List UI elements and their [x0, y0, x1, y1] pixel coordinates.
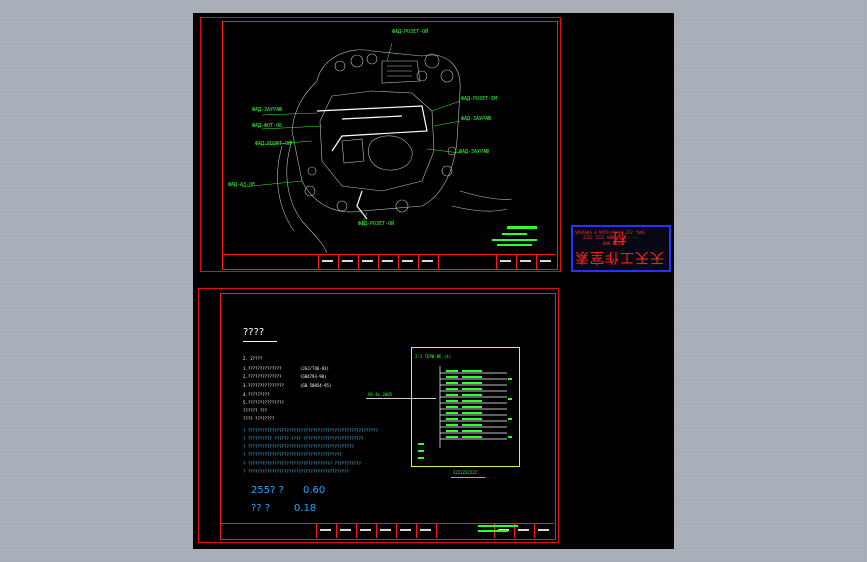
plan-callout: ФАД-РОЗЕТ-ОЙ — [358, 221, 395, 227]
notes-heading-underline — [243, 341, 277, 342]
schedule-circuits — [418, 366, 512, 459]
studio-stamp: 天天工作室素材 — [574, 229, 664, 265]
ratio-value: 0.18 — [294, 503, 317, 514]
plan-callout: ФАД-ФОТ-ОБ — [252, 123, 283, 129]
watermark-legend: SASASAS A KOTO-PAAAA 222 *AVE 2222 1212 … — [571, 225, 671, 272]
plan-callout: ФАД-ЗАУРАЮ — [461, 116, 492, 122]
ratio-label: ?? ? — [251, 503, 271, 514]
plan-callout: ФАД-ЗАУРАЮ — [252, 107, 283, 113]
cad-workspace: { "sheet1": { "plan_callouts": [ {"text"… — [0, 0, 867, 562]
site-plan-drawing[interactable] — [222, 21, 556, 254]
plan-callout: ФАД-РОЗЕТ-ЕМ — [461, 96, 498, 102]
plan-callout: ФАД-АЗ-ОЕ — [228, 182, 256, 188]
density-value: 0.60 — [303, 485, 326, 496]
titleblock-green-note — [478, 525, 518, 527]
plan-callout: ФАД-РОЗЕТ-ОЙ — [392, 29, 429, 35]
plan-callout: ФАД-РОЗЕТ-ОЙ — [255, 141, 292, 147]
panel-schedule[interactable]: 2-1 ГЕРИ-ИЕ (4) — [411, 347, 520, 467]
titleblock-green-note-2 — [478, 530, 508, 532]
feeder-label: V6-4x 2005 — [368, 392, 393, 397]
density-label: 255? ? — [251, 485, 284, 496]
schedule-caption: 2222222222 — [453, 470, 478, 475]
plan-callout: ФАД-ЗАУРАЮ — [459, 149, 490, 155]
notes-heading: ???? — [243, 327, 265, 338]
sheet-1-title-block — [223, 254, 556, 269]
schedule-caption-underline — [451, 477, 485, 478]
